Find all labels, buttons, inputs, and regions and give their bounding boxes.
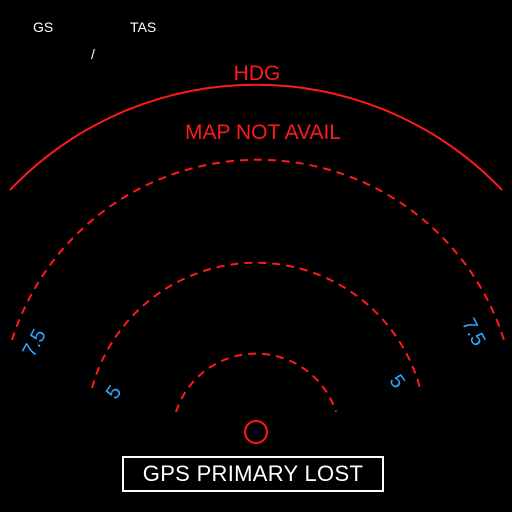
nd-graphics: HDG MAP NOT AVAIL 7.5 7.5 5 5 [9, 62, 505, 444]
range-label-outer-right: 7.5 [457, 315, 489, 350]
gps-primary-lost-message: GPS PRIMARY LOST [142, 461, 364, 486]
hdg-label: HDG [234, 62, 281, 85]
range-label-middle-left: 5 [102, 382, 126, 404]
circle-aircraft-icon [244, 420, 268, 444]
map-not-available-flag: MAP NOT AVAIL [185, 121, 341, 144]
range-ring-inner [175, 352, 337, 413]
status-message-box: GPS PRIMARY LOST [122, 456, 384, 492]
range-label-outer-left: 7.5 [18, 326, 50, 361]
range-label-middle-right: 5 [385, 371, 409, 393]
range-ring-outer [11, 158, 505, 341]
navigation-display: GS TAS / HDG MAP NOT AVAIL 7.5 7.5 5 5 G… [0, 0, 512, 512]
range-ring-middle [91, 261, 421, 389]
